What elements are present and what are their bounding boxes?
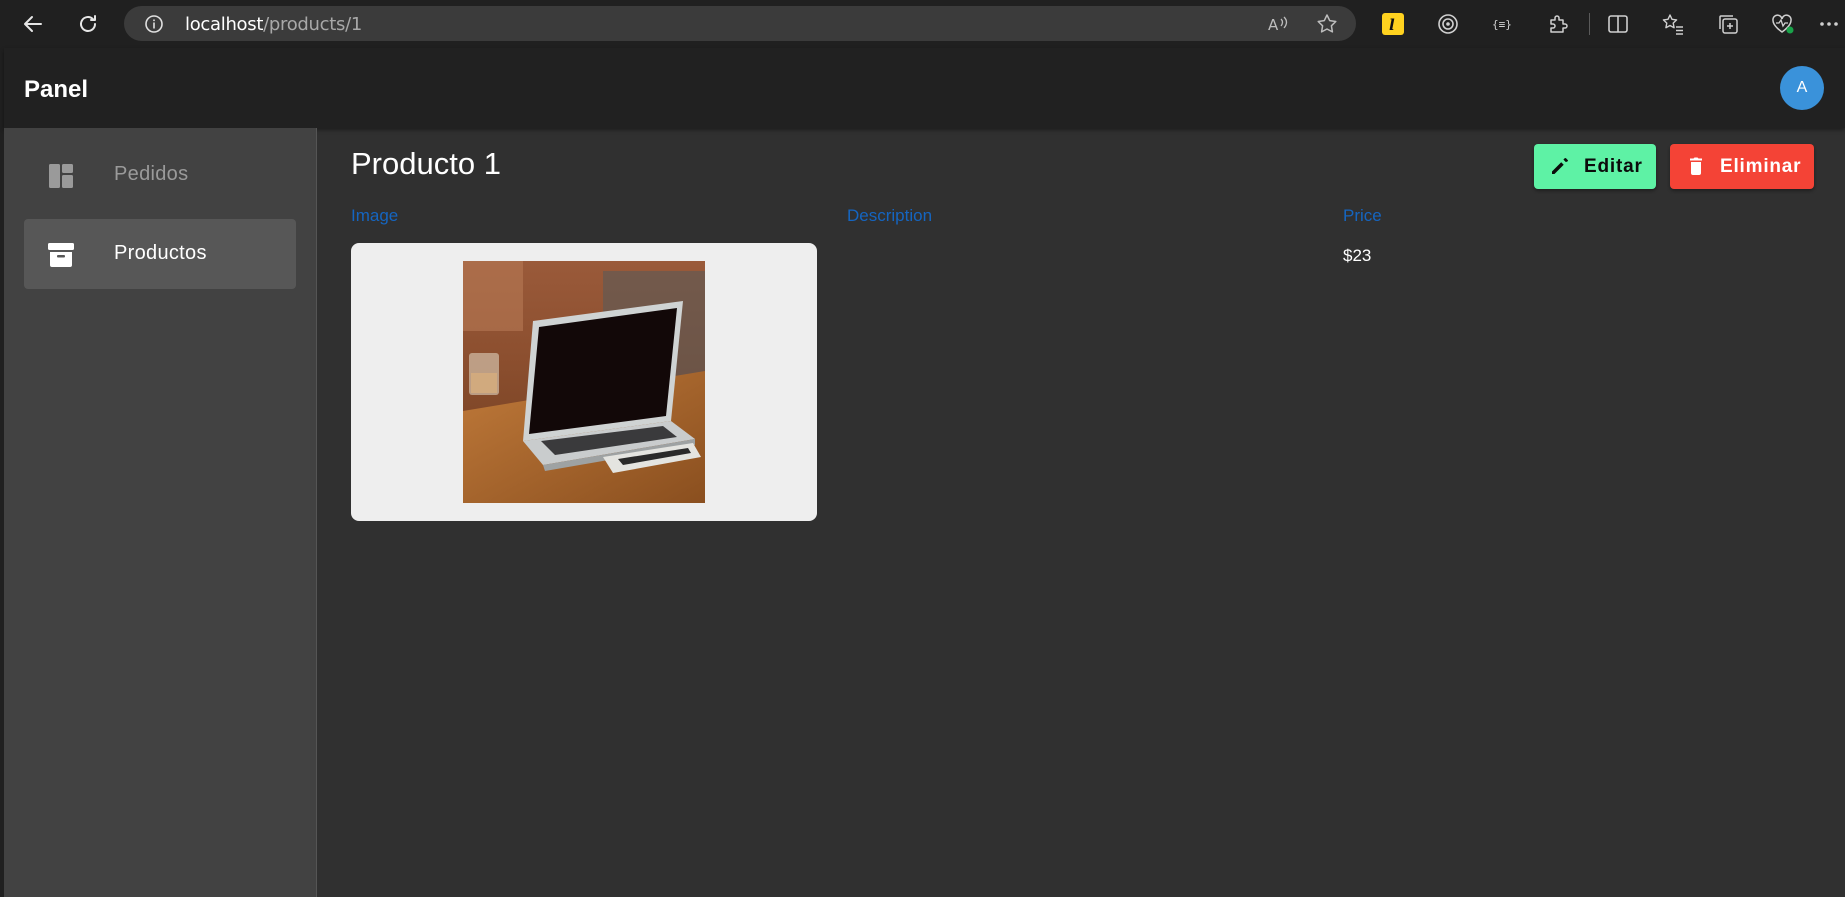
- sidebar-item-label: Pedidos: [114, 163, 189, 185]
- url-text: localhost/products/1: [185, 14, 362, 35]
- reload-icon: [80, 15, 96, 32]
- page-title: Producto 1: [351, 146, 501, 181]
- sidebar: Pedidos Productos: [4, 128, 317, 897]
- sidebar-item-pedidos[interactable]: Pedidos: [24, 140, 296, 210]
- split-screen-icon[interactable]: [1605, 11, 1631, 37]
- pencil-icon: [1552, 158, 1568, 174]
- avatar[interactable]: A: [1780, 66, 1824, 110]
- more-menu-icon[interactable]: [1817, 11, 1841, 37]
- archive-icon: [48, 243, 74, 267]
- product-image-card: [351, 243, 817, 521]
- read-aloud-icon[interactable]: A: [1267, 13, 1289, 35]
- column-header-image: Image: [351, 206, 399, 225]
- collections-icon[interactable]: [1715, 11, 1741, 37]
- extension-target-icon[interactable]: [1435, 11, 1461, 37]
- sidebar-item-label: Productos: [114, 242, 207, 264]
- toolbar-divider: [1589, 13, 1590, 35]
- back-button[interactable]: [15, 6, 51, 42]
- browser-essentials-icon[interactable]: [1770, 11, 1796, 37]
- delete-button[interactable]: Eliminar: [1670, 144, 1814, 189]
- edit-button[interactable]: Editar: [1534, 144, 1656, 189]
- edit-button-label: Editar: [1584, 156, 1643, 177]
- favorite-star-icon[interactable]: [1316, 13, 1338, 35]
- info-icon[interactable]: [144, 14, 164, 34]
- dashboard-icon: [49, 164, 73, 188]
- svg-text:A: A: [1268, 16, 1279, 34]
- address-bar[interactable]: localhost/products/1 A: [124, 6, 1356, 41]
- main-content: Producto 1 Editar Eliminar Image Descrip…: [317, 128, 1845, 897]
- browser-toolbar: localhost/products/1 A l {≡}: [0, 0, 1845, 47]
- price-value: $23: [1343, 246, 1372, 265]
- app-header: Panel A: [4, 48, 1845, 128]
- extension-l-icon[interactable]: l: [1380, 11, 1406, 37]
- extension-json-icon[interactable]: {≡}: [1490, 11, 1516, 37]
- column-header-price: Price: [1343, 206, 1382, 225]
- url-path: /products/1: [263, 14, 362, 35]
- trash-icon: [1690, 157, 1702, 175]
- url-host: localhost: [185, 14, 264, 35]
- product-photo-laptop: [463, 261, 705, 503]
- app-title: Panel: [24, 76, 89, 103]
- extensions-puzzle-icon[interactable]: [1545, 11, 1571, 37]
- sidebar-item-productos[interactable]: Productos: [24, 219, 296, 289]
- svg-text:{≡}: {≡}: [1492, 18, 1512, 31]
- arrow-left-icon: [24, 16, 42, 32]
- svg-text:l: l: [1389, 16, 1395, 34]
- delete-button-label: Eliminar: [1720, 156, 1802, 177]
- app-window: Panel A Pedidos Productos Producto 1 Edi…: [4, 48, 1845, 897]
- reload-button[interactable]: [70, 6, 106, 42]
- column-header-description: Description: [847, 206, 933, 225]
- favorites-icon[interactable]: [1660, 11, 1686, 37]
